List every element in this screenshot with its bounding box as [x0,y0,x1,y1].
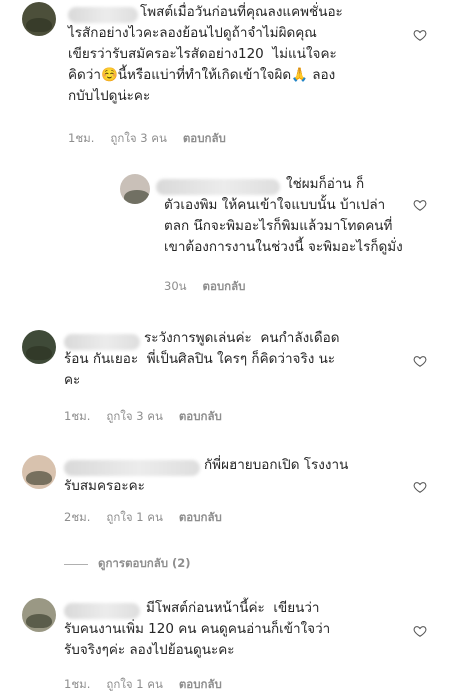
reply-button[interactable]: ตอบกลับ [183,130,226,148]
comment-text: ใช่ผมก็อ่าน ก็ ตัวเองพิม ให้คนเข้าใจแบบน… [164,176,403,255]
comment-meta: 1ชม. ถูกใจ 3 คน ตอบกลับ [64,408,222,426]
avatar[interactable] [22,330,56,364]
comment-meta: 1ชม. ถูกใจ 3 คน ตอบกลับ [68,130,226,148]
divider [64,563,88,565]
comment-meta: 30น ตอบกลับ [164,278,246,296]
comment-time: 1ชม. [64,409,91,423]
heart-outline-icon[interactable] [413,28,427,42]
comment-text: ระวังการพูดเล่นค่ะ คนกำลังเดือด ร้อน กัน… [64,330,340,388]
comment-text: กัพี่ผฮายบอกเปิด โรงงาน รับสมครอะคะ [64,457,349,494]
likes-count[interactable]: ถูกใจ 3 คน [106,408,162,426]
comment-meta: 2ชม. ถูกใจ 1 คน ตอบกลับ [64,509,222,527]
comment-time: 1ชม. [68,131,95,145]
heart-outline-icon[interactable] [413,198,427,212]
heart-outline-icon[interactable] [413,624,427,638]
avatar[interactable] [22,2,56,36]
likes-count[interactable]: ถูกใจ 1 คน [106,676,162,694]
comment-meta: 1ชม. ถูกใจ 1 คน ตอบกลับ [64,676,222,694]
reply-button[interactable]: ตอบกลับ [179,509,222,527]
heart-outline-icon[interactable] [413,354,427,368]
likes-count[interactable]: ถูกใจ 1 คน [106,509,162,527]
comment-time: 30น [164,279,187,293]
avatar[interactable] [120,174,150,204]
reply-button[interactable]: ตอบกลับ [179,676,222,694]
reply-button[interactable]: ตอบกลับ [203,278,246,296]
comment-time: 1ชม. [64,677,91,691]
view-replies-label: ดูการตอบกลับ (2) [98,556,191,570]
likes-count[interactable]: ถูกใจ 3 คน [110,130,166,148]
comment-text: โพสต์เมื่อวันก่อนที่คุณลงแคพชั่นอะ ไรสัก… [68,4,343,104]
avatar[interactable] [22,455,56,489]
avatar[interactable] [22,598,56,632]
heart-outline-icon[interactable] [413,480,427,494]
reply-button[interactable]: ตอบกลับ [179,408,222,426]
comment-text: มีโพสต์ก่อนหน้านี้ค่ะ เขียนว่า รับคนงานเ… [64,600,331,658]
comment-time: 2ชม. [64,510,91,524]
view-replies-button[interactable]: ดูการตอบกลับ (2) [64,555,191,573]
